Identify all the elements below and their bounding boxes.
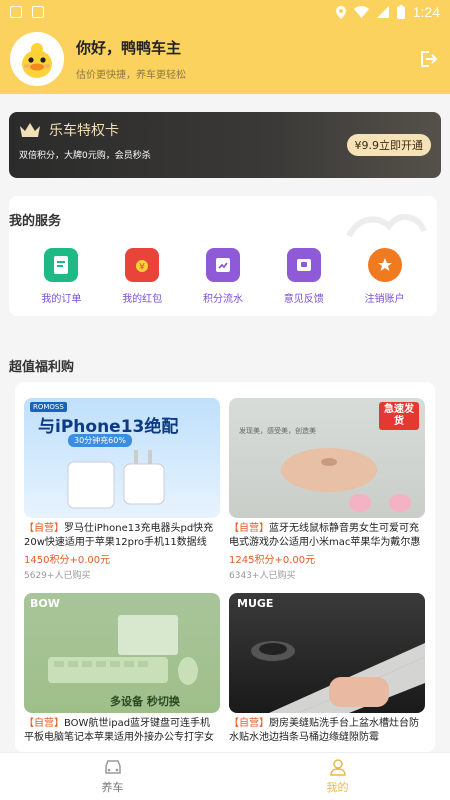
product-image: MUGE <box>229 593 425 713</box>
profile-header: 你好，鸭鸭车主 估价更快捷，养车更轻松 <box>0 24 450 94</box>
services-title: 我的服务 <box>9 214 62 229</box>
location-icon <box>335 5 346 19</box>
product-sold-count: 5629+人已购买 <box>24 571 91 581</box>
product-badge: 急速发货 <box>379 402 419 430</box>
product-name: 【自营】BOW航世ipad蓝牙键盘可连手机平板电脑笔记本苹果适用外接办公专打字女… <box>24 718 214 743</box>
service-label: 我的订单 <box>41 294 82 305</box>
order-icon <box>44 248 79 282</box>
pink-mouse-icon <box>349 494 371 512</box>
feedback-icon <box>286 248 321 282</box>
product-card[interactable]: BOW 多设备 秒切换 【自营】BOW航世ipad蓝牙键盘可连手机平板电脑笔记本… <box>24 593 220 745</box>
vip-card[interactable]: 乐车特权卡 双倍积分，大牌0元购，会员秒杀 ¥9.9立即开通 <box>9 112 441 178</box>
service-label: 意见反馈 <box>283 294 324 305</box>
logout-button[interactable] <box>416 47 440 71</box>
user-subtitle: 估价更快捷，养车更轻松 <box>76 70 186 81</box>
service-label: 积分流水 <box>202 294 243 305</box>
service-label: 我的红包 <box>122 294 163 305</box>
tab-label: 养车 <box>101 781 124 794</box>
vip-open-button[interactable]: ¥9.9立即开通 <box>346 134 431 156</box>
product-image: 急速发货 发现美，感受美，创造美 <box>229 398 425 518</box>
benefits-title: 超值福利购 <box>9 360 75 375</box>
product-name: 【自营】罗马仕iPhone13充电器头pd快充20w快速适用于苹果12pro手机… <box>24 523 214 548</box>
signal-icon <box>376 6 389 18</box>
car-icon <box>104 760 121 774</box>
red-envelope-icon: ¥ <box>125 248 160 282</box>
product-brand: ROMOSS <box>30 402 67 412</box>
product-image: BOW 多设备 秒切换 <box>24 593 220 713</box>
product-list: ROMOSS 与iPhone13绝配 30分钟充60% 【自营】罗马仕iPhon… <box>15 382 435 752</box>
product-image-subline: 发现美，感受美，创造美 <box>239 427 316 435</box>
sealing-tape-icon <box>251 641 425 713</box>
points-icon <box>205 248 240 282</box>
crown-icon <box>20 123 40 137</box>
vip-title: 乐车特权卡 <box>49 123 119 139</box>
product-card[interactable]: MUGE 【自营】厨房美缝贴洗手台上盆水槽灶台防水贴水池边挡条马桶边缘缝隙防霉 <box>229 593 425 745</box>
download-notification-icon <box>32 6 44 18</box>
service-my-orders[interactable]: 我的订单 <box>31 248 91 305</box>
wifi-icon <box>353 6 369 18</box>
product-price: 1450积分+0.00元 <box>24 555 111 566</box>
charger-icon <box>67 450 165 509</box>
service-points-history[interactable]: 积分流水 <box>193 248 253 305</box>
product-name: 【自营】蓝牙无线鼠标静音男女生可爱可充电式游戏办公适用小米mac苹果华为戴尔惠 <box>229 523 421 548</box>
tab-mine[interactable]: 我的 <box>225 753 450 800</box>
person-icon <box>329 759 346 776</box>
product-card[interactable]: ROMOSS 与iPhone13绝配 30分钟充60% 【自营】罗马仕iPhon… <box>24 398 220 581</box>
service-cancel-account[interactable]: 注销账户 <box>355 248 415 305</box>
mouse-icon <box>281 448 377 492</box>
product-name: 【自营】厨房美缝贴洗手台上盆水槽灶台防水贴水池边挡条马桶边缘缝隙防霉 <box>229 718 419 743</box>
keyboard-icon <box>48 615 198 685</box>
my-services-panel: 我的服务 我的订单 ¥ 我的红包 积分流水 意见反馈 注销账户 <box>9 196 437 316</box>
bottom-tab-bar: 养车 我的 <box>0 752 450 800</box>
product-image-headline: 多设备 秒切换 <box>110 695 180 708</box>
product-price: 1245积分+0.00元 <box>229 555 316 566</box>
service-my-red-envelopes[interactable]: ¥ 我的红包 <box>112 248 172 305</box>
pink-mouse-icon <box>389 494 411 512</box>
status-bar: 1:24 <box>0 0 450 24</box>
cancel-account-icon <box>367 248 402 282</box>
svg-text:¥: ¥ <box>139 263 145 273</box>
product-brand: MUGE <box>237 597 274 610</box>
avatar[interactable] <box>10 32 64 86</box>
product-brand: BOW <box>30 597 60 610</box>
cloud-decoration-icon <box>346 214 427 238</box>
service-label: 注销账户 <box>364 294 405 305</box>
battery-icon <box>396 5 405 19</box>
duck-avatar-icon <box>22 43 52 78</box>
logout-icon <box>421 51 437 67</box>
product-sold-count: 6343+人已购买 <box>229 571 296 581</box>
product-image: ROMOSS 与iPhone13绝配 30分钟充60% <box>24 398 220 518</box>
user-greeting: 你好，鸭鸭车主 <box>76 39 182 57</box>
tab-car-care[interactable]: 养车 <box>0 753 225 800</box>
tab-label: 我的 <box>326 781 349 794</box>
product-card[interactable]: 急速发货 发现美，感受美，创造美 【自营】蓝牙无线鼠标静音男女生可爱可充电式游戏… <box>229 398 425 581</box>
clock: 1:24 <box>412 4 440 20</box>
product-image-subline: 30分钟充60% <box>68 434 132 447</box>
service-feedback[interactable]: 意见反馈 <box>274 248 334 305</box>
image-notification-icon <box>10 6 22 18</box>
